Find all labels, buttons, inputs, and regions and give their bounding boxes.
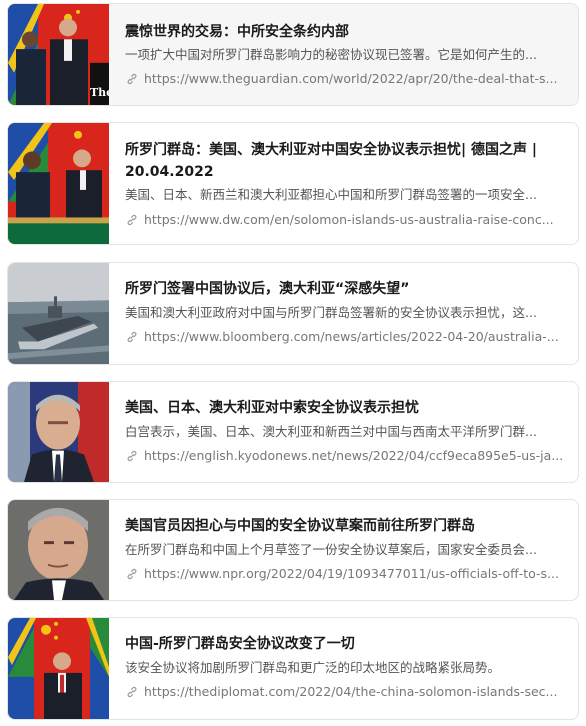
- result-thumbnail: [8, 382, 109, 482]
- result-body: 所罗门群岛：美国、澳大利亚对中国安全协议表示担忧| 德国之声 | 20.04.2…: [125, 123, 564, 244]
- result-thumbnail: [8, 123, 109, 244]
- link-icon: [127, 214, 137, 226]
- result-url-text: https://thediplomat.com/2022/04/the-chin…: [144, 684, 558, 699]
- result-card[interactable]: 中国-所罗门群岛安全协议改变了一切 该安全协议将加剧所罗门群岛和更广泛的印太地区…: [7, 617, 579, 720]
- result-card[interactable]: 美国、日本、澳大利亚对中索安全协议表示担忧 白宫表示，美国、日本、澳大利亚和新西…: [7, 381, 579, 483]
- result-body: 震惊世界的交易：中所安全条约内部 一项扩大中国对所罗门群岛影响力的秘密协议现已签…: [125, 4, 564, 105]
- result-description: 一项扩大中国对所罗门群岛影响力的秘密协议现已签署。它是如何产生的...: [125, 47, 537, 62]
- result-url-text: https://www.npr.org/2022/04/19/109347701…: [144, 566, 559, 581]
- result-url[interactable]: https://www.theguardian.com/world/2022/a…: [125, 70, 564, 88]
- result-title[interactable]: 美国、日本、澳大利亚对中索安全协议表示担忧: [125, 397, 564, 419]
- result-card[interactable]: 所罗门签署中国协议后，澳大利亚“深感失望” 美国和澳大利亚政府对中国与所罗门群岛…: [7, 262, 579, 365]
- result-url[interactable]: https://english.kyodonews.net/news/2022/…: [125, 447, 564, 465]
- officials-handshake-photo-icon: [8, 123, 109, 244]
- result-thumbnail: [8, 618, 109, 719]
- official-portrait-photo-icon: [8, 382, 109, 482]
- link-icon: [127, 686, 137, 698]
- result-thumbnail: The Gua: [8, 4, 109, 105]
- link-icon: [127, 450, 137, 462]
- naval-ship-photo-icon: [8, 263, 109, 364]
- result-url-text: https://www.dw.com/en/solomon-islands-us…: [144, 212, 554, 227]
- result-description: 该安全协议将加剧所罗门群岛和更广泛的印太地区的战略紧张局势。: [125, 660, 501, 675]
- result-description: 白宫表示，美国、日本、澳大利亚和新西兰对中国与西南太平洋所罗门群...: [125, 424, 537, 439]
- result-body: 美国、日本、澳大利亚对中索安全协议表示担忧 白宫表示，美国、日本、澳大利亚和新西…: [125, 382, 564, 482]
- result-card[interactable]: The Gua 震惊世界的交易：中所安全条约内部 一项扩大中国对所罗门群岛影响力…: [7, 3, 579, 106]
- result-card[interactable]: 所罗门群岛：美国、澳大利亚对中国安全协议表示担忧| 德国之声 | 20.04.2…: [7, 122, 579, 245]
- result-description: 在所罗门群岛和中国上个月草签了一份安全协议草案后，国家安全委员会...: [125, 542, 537, 557]
- result-body: 所罗门签署中国协议后，澳大利亚“深感失望” 美国和澳大利亚政府对中国与所罗门群岛…: [125, 263, 564, 364]
- result-thumbnail: [8, 263, 109, 364]
- result-title[interactable]: 所罗门群岛：美国、澳大利亚对中国安全协议表示担忧| 德国之声 | 20.04.2…: [125, 139, 564, 183]
- result-url-text: https://www.bloomberg.com/news/articles/…: [144, 329, 559, 344]
- result-body: 美国官员因担心与中国的安全协议草案而前往所罗门群岛 在所罗门群岛和中国上个月草签…: [125, 500, 564, 600]
- result-url[interactable]: https://thediplomat.com/2022/04/the-chin…: [125, 683, 564, 701]
- link-icon: [127, 568, 137, 580]
- result-url-text: https://english.kyodonews.net/news/2022/…: [144, 448, 564, 463]
- result-url[interactable]: https://www.npr.org/2022/04/19/109347701…: [125, 565, 564, 583]
- link-icon: [127, 73, 137, 85]
- thumb-watermark: The Gua: [90, 86, 109, 99]
- result-url[interactable]: https://www.dw.com/en/solomon-islands-us…: [125, 211, 564, 229]
- result-body: 中国-所罗门群岛安全协议改变了一切 该安全协议将加剧所罗门群岛和更广泛的印太地区…: [125, 618, 564, 719]
- result-title[interactable]: 美国官员因担心与中国的安全协议草案而前往所罗门群岛: [125, 515, 564, 537]
- search-results-list: The Gua 震惊世界的交易：中所安全条约内部 一项扩大中国对所罗门群岛影响力…: [0, 0, 586, 726]
- result-card[interactable]: 美国官员因担心与中国的安全协议草案而前往所罗门群岛 在所罗门群岛和中国上个月草签…: [7, 499, 579, 601]
- result-thumbnail: [8, 500, 109, 600]
- result-description: 美国和澳大利亚政府对中国与所罗门群岛签署新的安全协议表示担忧，这...: [125, 305, 537, 320]
- leader-flags-photo-icon: [8, 618, 109, 719]
- official-closeup-photo-icon: [8, 500, 109, 600]
- result-url-text: https://www.theguardian.com/world/2022/a…: [144, 71, 558, 86]
- result-title[interactable]: 所罗门签署中国协议后，澳大利亚“深感失望”: [125, 278, 564, 300]
- link-icon: [127, 331, 137, 343]
- result-url[interactable]: https://www.bloomberg.com/news/articles/…: [125, 328, 564, 346]
- result-description: 美国、日本、新西兰和澳大利亚都担心中国和所罗门群岛签署的一项安全...: [125, 187, 537, 202]
- result-title[interactable]: 震惊世界的交易：中所安全条约内部: [125, 21, 564, 43]
- result-title[interactable]: 中国-所罗门群岛安全协议改变了一切: [125, 633, 564, 655]
